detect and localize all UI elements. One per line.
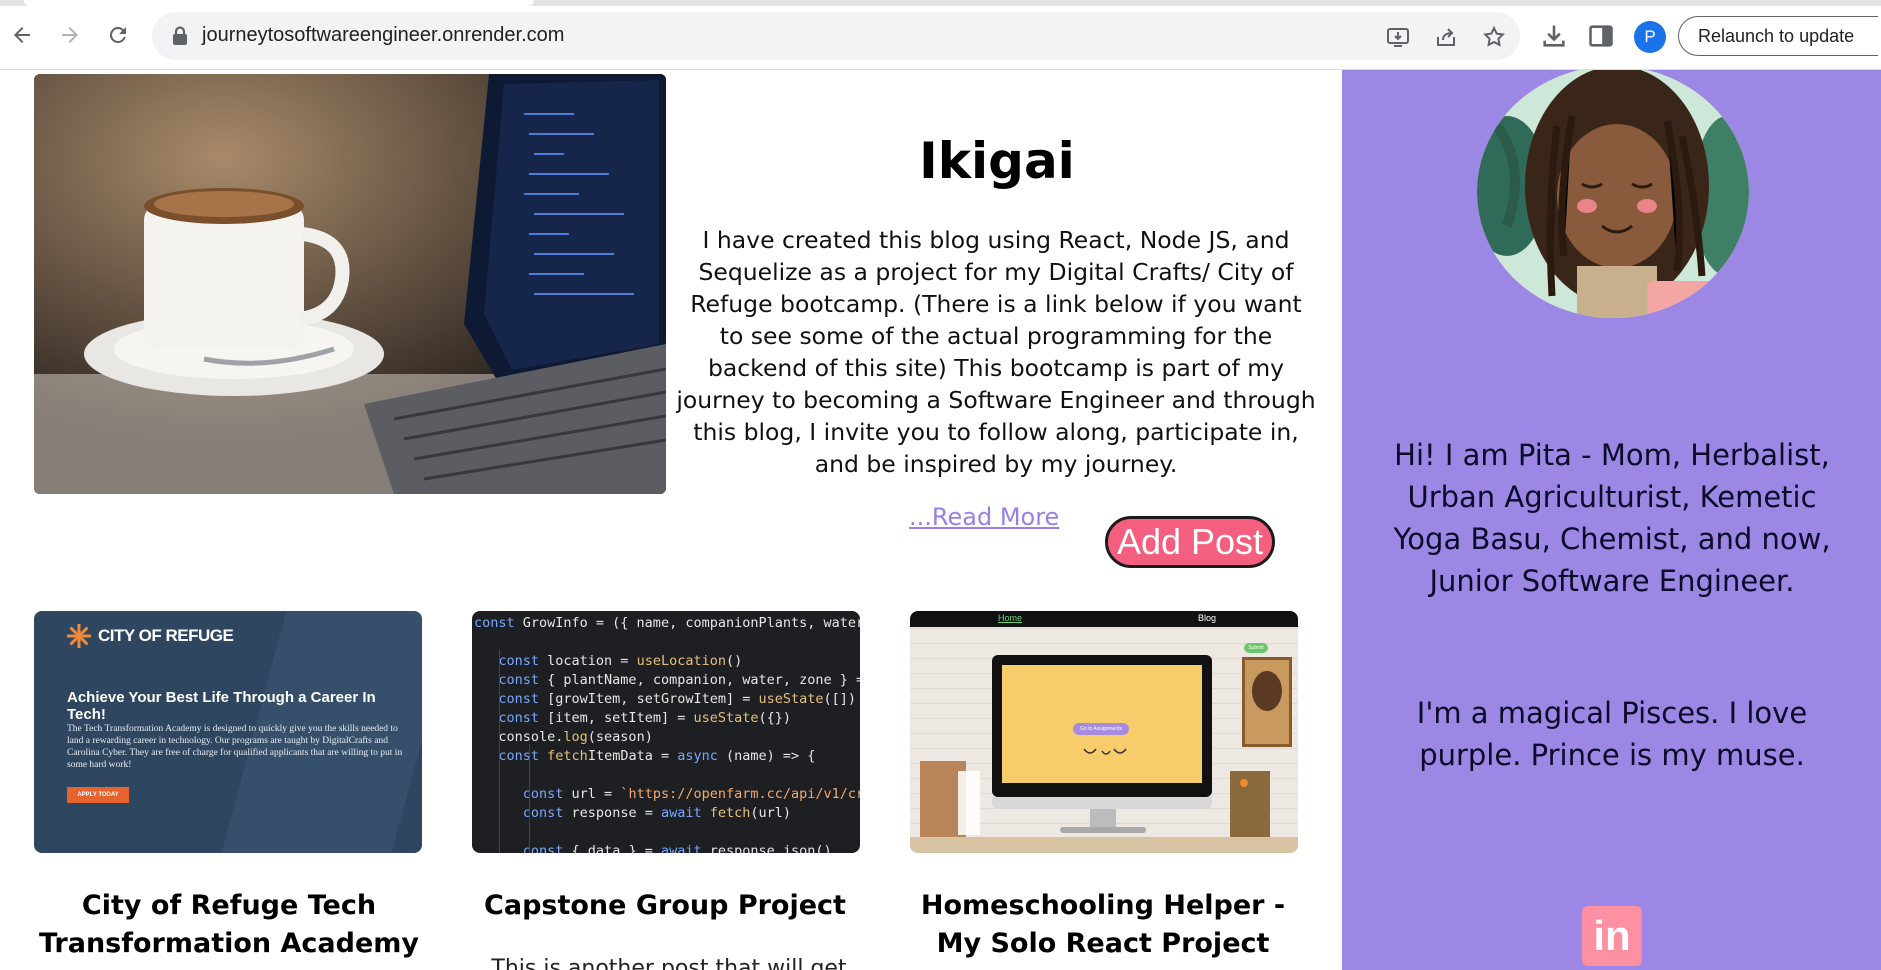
share-icon[interactable] <box>1434 25 1458 49</box>
hero-description: I have created this blog using React, No… <box>676 226 1316 478</box>
card-image-body: The Tech Transformation Academy is desig… <box>67 724 403 770</box>
add-post-button[interactable]: Add Post <box>1105 516 1275 568</box>
tab-strip <box>0 0 1881 6</box>
address-bar[interactable]: journeytosoftwareengineer.onrender.com <box>152 12 1520 60</box>
side-panel-icon[interactable] <box>1587 22 1615 50</box>
card-image-headline: Achieve Your Best Life Through a Career … <box>67 689 376 723</box>
bio-text: Hi! I am Pita - Mom, Herbalist, Urban Ag… <box>1393 438 1831 598</box>
code-line: const [item, setItem] = useState({}) <box>498 710 792 726</box>
card-title-capstone[interactable]: Capstone Group Project <box>470 887 860 925</box>
bookmark-star-icon[interactable] <box>1482 25 1506 49</box>
code-line: const { data } = await response.json() <box>522 843 832 853</box>
reload-icon[interactable] <box>101 18 135 52</box>
code-line: const fetchItemData = async (name) => { <box>498 748 816 764</box>
download-icon[interactable] <box>1540 22 1568 50</box>
card-image-homeschooling[interactable]: Home Blog Go to Assignments Submit <box>910 611 1298 853</box>
relaunch-button[interactable]: Relaunch to update <box>1678 16 1878 56</box>
code-line: const response = await fetch(url) <box>522 805 792 821</box>
page-content: Ikigai I have created this blog using Re… <box>0 70 1881 970</box>
code-line: const { plantName, companion, water, zon… <box>498 672 860 688</box>
mock-submit-button: Submit <box>1244 643 1268 653</box>
city-of-refuge-logo-icon <box>67 624 91 648</box>
active-tab[interactable] <box>24 0 534 6</box>
card-image-city-of-refuge[interactable]: CITY OF REFUGE Achieve Your Best Life Th… <box>34 611 422 853</box>
code-line: const GrowInfo = ({ name, companionPlant… <box>474 615 860 631</box>
smiley-face-icon <box>1083 748 1127 755</box>
forward-icon[interactable] <box>53 18 87 52</box>
mock-nav-blog: Blog <box>1198 613 1217 623</box>
card-title-homeschooling[interactable]: Homeschooling Helper - My Solo React Pro… <box>908 887 1298 963</box>
card-title-city-of-refuge[interactable]: City of Refuge Tech Transformation Acade… <box>34 887 424 963</box>
profile-avatar[interactable]: P <box>1634 21 1666 53</box>
install-app-icon[interactable] <box>1386 25 1410 49</box>
city-of-refuge-logo-text: CITY OF REFUGE <box>98 626 234 645</box>
profile-illustration <box>1477 70 1749 318</box>
card-snippet-capstone: This is another post that will get <box>491 956 847 970</box>
url-text[interactable]: journeytosoftwareengineer.onrender.com <box>202 24 564 47</box>
card-image-capstone-code[interactable]: const GrowInfo = ({ name, companionPlant… <box>472 611 860 853</box>
code-line: const location = useLocation() <box>498 653 743 669</box>
code-snippet: const GrowInfo = ({ name, companionPlant… <box>472 611 860 853</box>
back-icon[interactable] <box>5 18 39 52</box>
bio-fun-facts: I'm a magical Pisces. I love purple. Pri… <box>1416 696 1808 772</box>
apply-today-button: APPLY TODAY <box>67 787 129 803</box>
code-line: const [growItem, setGrowItem] = useState… <box>498 691 857 707</box>
sidebar: Hi! I am Pita - Mom, Herbalist, Urban Ag… <box>1342 70 1881 970</box>
hero-image-laptop-coffee <box>34 74 666 494</box>
code-line: const url = `https://openfarm.cc/api/v1/… <box>522 786 860 802</box>
read-more-link[interactable]: ...Read More <box>909 503 1059 531</box>
linkedin-icon[interactable]: in <box>1582 906 1642 966</box>
hero-title: Ikigai <box>919 132 1075 190</box>
browser-toolbar: journeytosoftwareengineer.onrender.com P… <box>0 0 1881 70</box>
code-line: console.log(season) <box>474 729 653 745</box>
lock-icon[interactable] <box>172 26 188 50</box>
mock-nav-home: Home <box>998 613 1023 623</box>
mock-screen-button: Go to Assignments <box>1073 723 1129 735</box>
